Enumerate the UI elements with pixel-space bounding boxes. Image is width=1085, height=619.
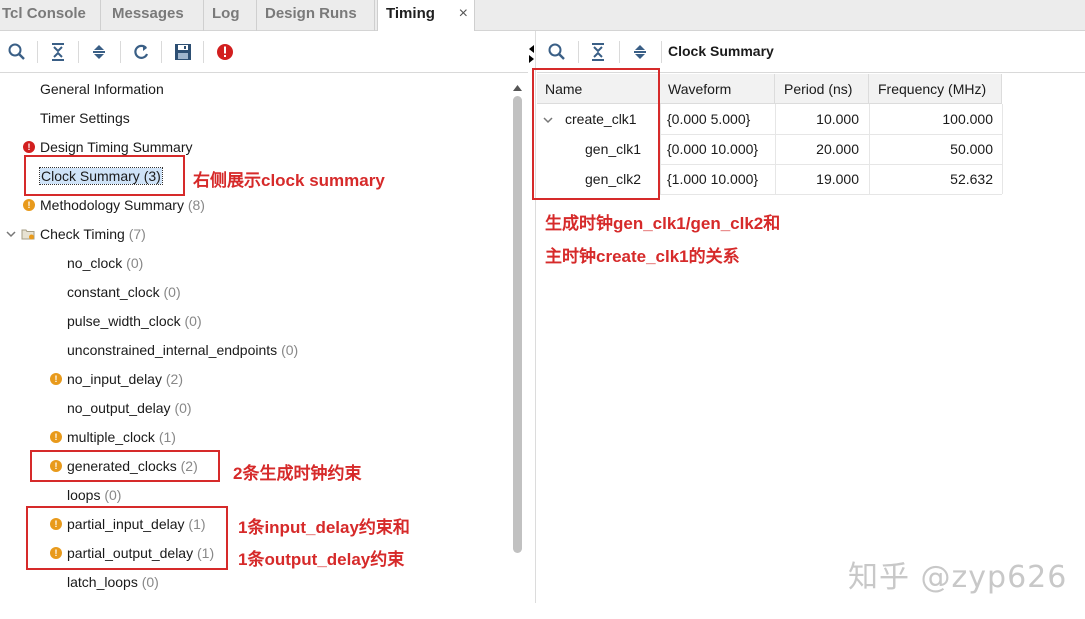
- tree-label: unconstrained_internal_endpoints: [67, 342, 278, 358]
- tree-count: (0): [104, 487, 122, 503]
- panel-title: Clock Summary: [668, 43, 774, 59]
- warning-icon: !: [23, 199, 35, 211]
- tree-count: (0): [126, 255, 144, 271]
- left-toolbar: [0, 31, 534, 73]
- tab-design-runs[interactable]: Design Runs: [257, 0, 375, 31]
- tab-log[interactable]: Log: [204, 0, 257, 31]
- cell-waveform: {0.000 10.000}: [667, 141, 759, 157]
- tab-label: Log: [212, 5, 240, 22]
- tree-label: General Information: [40, 81, 164, 97]
- annotation-generated: 2条生成时钟约束: [233, 464, 362, 483]
- refresh-icon[interactable]: [130, 41, 152, 63]
- warning-icon: !: [50, 373, 62, 385]
- right-toolbar: Clock Summary: [537, 31, 1085, 73]
- annotation-box-partial-delay: [26, 506, 228, 570]
- tab-label: Tcl Console: [2, 5, 86, 22]
- tree-label: Check Timing: [40, 226, 125, 242]
- tree-count: (7): [128, 226, 146, 242]
- annotation-input-delay: 1条input_delay约束和: [238, 518, 410, 537]
- scroll-up-icon[interactable]: [513, 79, 522, 95]
- tree-count: (8): [187, 197, 205, 213]
- tree-label: Methodology Summary: [40, 197, 184, 213]
- cell-waveform: {1.000 10.000}: [667, 171, 759, 187]
- scrollbar-thumb[interactable]: [513, 96, 522, 553]
- tab-bar: Tcl Console Messages Log Design Runs Tim…: [0, 0, 1085, 32]
- tree-label: latch_loops: [67, 574, 138, 590]
- tree-label: no_output_delay: [67, 400, 171, 416]
- search-icon[interactable]: [546, 41, 568, 63]
- tree-item-timer-settings[interactable]: Timer Settings: [40, 107, 130, 129]
- collapse-all-icon[interactable]: [587, 41, 609, 63]
- warning-icon: !: [50, 431, 62, 443]
- annotation-relation-line1: 生成时钟gen_clk1/gen_clk2和: [545, 214, 781, 233]
- tab-messages[interactable]: Messages: [101, 0, 204, 31]
- annotation-relation-line2: 主时钟create_clk1的关系: [545, 247, 740, 266]
- tree-item-methodology-summary[interactable]: Methodology Summary (8): [40, 194, 205, 216]
- cell-waveform: {0.000 5.000}: [667, 111, 751, 127]
- column-header-waveform[interactable]: Waveform: [660, 74, 775, 104]
- watermark: 知乎 @zyp626: [848, 560, 1068, 595]
- cell-frequency: 50.000: [950, 141, 993, 157]
- tree-label: Timer Settings: [40, 110, 130, 126]
- save-icon[interactable]: [172, 41, 194, 63]
- tree-item-no-output-delay[interactable]: no_output_delay (0): [67, 397, 192, 419]
- tree-count: (0): [184, 313, 202, 329]
- tree-item-general-information[interactable]: General Information: [40, 78, 164, 100]
- column-header-frequency[interactable]: Frequency (MHz): [869, 74, 1002, 104]
- tree-label: no_clock: [67, 255, 123, 271]
- tree-item-latch-loops[interactable]: latch_loops (0): [67, 571, 159, 593]
- annotation-box-clock-summary: [24, 155, 185, 196]
- tree-item-pulse-width-clock[interactable]: pulse_width_clock (0): [67, 310, 202, 332]
- close-icon[interactable]: ×: [459, 0, 468, 27]
- expand-all-icon[interactable]: [629, 41, 651, 63]
- tree-count: (0): [163, 284, 181, 300]
- annotation-box-generated-clocks: [30, 450, 220, 482]
- tree-label: loops: [67, 487, 101, 503]
- collapse-all-icon[interactable]: [47, 41, 69, 63]
- tree-count: (0): [174, 400, 192, 416]
- column-header-period[interactable]: Period (ns): [775, 74, 869, 104]
- tree-item-constant-clock[interactable]: constant_clock (0): [67, 281, 181, 303]
- tree-item-check-timing[interactable]: Check Timing (7): [40, 223, 146, 245]
- cell-frequency: 100.000: [942, 111, 993, 127]
- cell-period: 19.000: [816, 171, 859, 187]
- tree-item-multiple-clock[interactable]: multiple_clock (1): [67, 426, 176, 448]
- tree-count: (0): [141, 574, 159, 590]
- tree-label: constant_clock: [67, 284, 160, 300]
- tab-tcl-console[interactable]: Tcl Console: [0, 0, 101, 31]
- tree-item-unconstrained-internal-endpoints[interactable]: unconstrained_internal_endpoints (0): [67, 339, 298, 361]
- tree-count: (1): [158, 429, 176, 445]
- annotation-clock-summary: 右侧展示clock summary: [193, 171, 385, 190]
- tab-timing[interactable]: Timing ×: [377, 0, 475, 32]
- tree-label: multiple_clock: [67, 429, 155, 445]
- tab-label: Timing: [386, 5, 435, 22]
- annotation-output-delay: 1条output_delay约束: [238, 550, 405, 569]
- cell-frequency: 52.632: [950, 171, 993, 187]
- tree-label: pulse_width_clock: [67, 313, 181, 329]
- tree-label: Design Timing Summary: [40, 139, 193, 155]
- tree-count: (0): [281, 342, 299, 358]
- search-icon[interactable]: [6, 41, 28, 63]
- error-icon[interactable]: [214, 41, 236, 63]
- cell-period: 10.000: [816, 111, 859, 127]
- tree-item-loops[interactable]: loops (0): [67, 484, 121, 506]
- tab-label: Design Runs: [265, 5, 357, 22]
- tree-label: no_input_delay: [67, 371, 162, 387]
- folder-icon: [21, 227, 35, 243]
- chevron-down-icon[interactable]: [5, 227, 17, 243]
- tree-item-no-input-delay[interactable]: no_input_delay (2): [67, 368, 183, 390]
- error-icon: !: [23, 141, 35, 153]
- cell-period: 20.000: [816, 141, 859, 157]
- annotation-box-clock-names: [532, 68, 660, 200]
- tree-count: (2): [165, 371, 183, 387]
- tab-label: Messages: [112, 5, 184, 22]
- tree-item-no-clock[interactable]: no_clock (0): [67, 252, 143, 274]
- expand-all-icon[interactable]: [88, 41, 110, 63]
